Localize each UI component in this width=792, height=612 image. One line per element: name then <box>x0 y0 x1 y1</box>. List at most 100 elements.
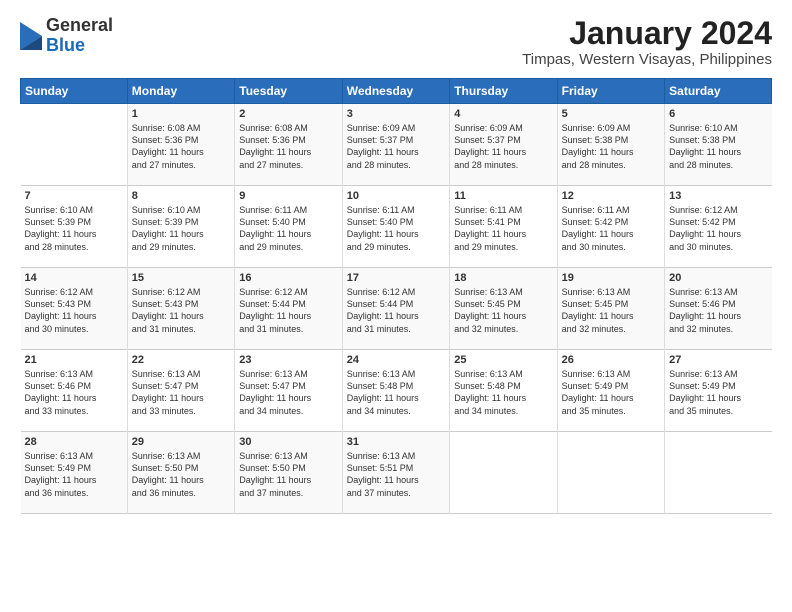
calendar-cell: 22 Sunrise: 6:13 AM Sunset: 5:47 PM Dayli… <box>127 350 234 432</box>
day-number: 17 <box>347 272 445 284</box>
calendar-cell: 6Sunrise: 6:10 AM Sunset: 5:38 PM Daylig… <box>665 104 772 186</box>
day-number: 16 <box>239 272 337 284</box>
cell-content: Sunrise: 6:11 AM Sunset: 5:40 PM Dayligh… <box>239 204 337 253</box>
cell-content: Sunrise: 6:11 AM Sunset: 5:41 PM Dayligh… <box>454 204 552 253</box>
day-header-tuesday: Tuesday <box>235 79 342 104</box>
calendar-cell: 3 Sunrise: 6:09 AM Sunset: 5:37 PM Daylig… <box>342 104 449 186</box>
calendar-week-row: 28Sunrise: 6:13 AM Sunset: 5:49 PM Dayli… <box>21 432 772 514</box>
cell-content: Sunrise: 6:13 AM Sunset: 5:51 PM Dayligh… <box>347 450 445 499</box>
day-number: 23 <box>239 354 337 366</box>
day-number: 26 <box>562 354 660 366</box>
day-header-sunday: Sunday <box>21 79 128 104</box>
cell-content: Sunrise: 6:13 AM Sunset: 5:49 PM Dayligh… <box>562 368 660 417</box>
day-number: 21 <box>25 354 123 366</box>
calendar-cell: 21 Sunrise: 6:13 AM Sunset: 5:46 PM Dayli… <box>21 350 128 432</box>
cell-content: Sunrise: 6:10 AM Sunset: 5:39 PM Dayligh… <box>132 204 230 253</box>
day-number: 11 <box>454 190 552 202</box>
cell-content: Sunrise: 6:13 AM Sunset: 5:48 PM Dayligh… <box>454 368 552 417</box>
day-number: 2 <box>239 108 337 120</box>
day-number: 1 <box>132 108 230 120</box>
calendar-week-row: 14 Sunrise: 6:12 AM Sunset: 5:43 PM Dayli… <box>21 268 772 350</box>
day-number: 15 <box>132 272 230 284</box>
day-number: 9 <box>239 190 337 202</box>
calendar-cell: 10 Sunrise: 6:11 AM Sunset: 5:40 PM Dayli… <box>342 186 449 268</box>
calendar-cell: 18Sunrise: 6:13 AM Sunset: 5:45 PM Dayli… <box>450 268 557 350</box>
calendar-cell: 14 Sunrise: 6:12 AM Sunset: 5:43 PM Dayli… <box>21 268 128 350</box>
cell-content: Sunrise: 6:13 AM Sunset: 5:48 PM Dayligh… <box>347 368 445 417</box>
cell-content: Sunrise: 6:10 AM Sunset: 5:38 PM Dayligh… <box>669 122 767 171</box>
day-number: 3 <box>347 108 445 120</box>
day-number: 13 <box>669 190 767 202</box>
cell-content: Sunrise: 6:09 AM Sunset: 5:38 PM Dayligh… <box>562 122 660 171</box>
day-number: 28 <box>25 436 123 448</box>
day-number: 12 <box>562 190 660 202</box>
cell-content: Sunrise: 6:10 AM Sunset: 5:39 PM Dayligh… <box>25 204 123 253</box>
calendar-cell: 24 Sunrise: 6:13 AM Sunset: 5:48 PM Dayli… <box>342 350 449 432</box>
calendar-cell: 15 Sunrise: 6:12 AM Sunset: 5:43 PM Dayli… <box>127 268 234 350</box>
day-number: 30 <box>239 436 337 448</box>
cell-content: Sunrise: 6:12 AM Sunset: 5:43 PM Dayligh… <box>132 286 230 335</box>
calendar-cell: 9 Sunrise: 6:11 AM Sunset: 5:40 PM Daylig… <box>235 186 342 268</box>
calendar-table: SundayMondayTuesdayWednesdayThursdayFrid… <box>20 78 772 514</box>
cell-content: Sunrise: 6:13 AM Sunset: 5:46 PM Dayligh… <box>669 286 767 335</box>
calendar-cell: 4 Sunrise: 6:09 AM Sunset: 5:37 PM Daylig… <box>450 104 557 186</box>
cell-content: Sunrise: 6:08 AM Sunset: 5:36 PM Dayligh… <box>239 122 337 171</box>
day-number: 5 <box>562 108 660 120</box>
cell-content: Sunrise: 6:13 AM Sunset: 5:45 PM Dayligh… <box>562 286 660 335</box>
cell-content: Sunrise: 6:12 AM Sunset: 5:43 PM Dayligh… <box>25 286 123 335</box>
day-number: 31 <box>347 436 445 448</box>
page: General Blue January 2024 Timpas, Wester… <box>0 0 792 612</box>
day-number: 24 <box>347 354 445 366</box>
day-number: 27 <box>669 354 767 366</box>
cell-content: Sunrise: 6:08 AM Sunset: 5:36 PM Dayligh… <box>132 122 230 171</box>
calendar-week-row: 21 Sunrise: 6:13 AM Sunset: 5:46 PM Dayli… <box>21 350 772 432</box>
cell-content: Sunrise: 6:13 AM Sunset: 5:50 PM Dayligh… <box>239 450 337 499</box>
calendar-cell: 11 Sunrise: 6:11 AM Sunset: 5:41 PM Dayli… <box>450 186 557 268</box>
day-number: 25 <box>454 354 552 366</box>
day-number: 19 <box>562 272 660 284</box>
calendar-cell: 27 Sunrise: 6:13 AM Sunset: 5:49 PM Dayli… <box>665 350 772 432</box>
day-header-monday: Monday <box>127 79 234 104</box>
cell-content: Sunrise: 6:09 AM Sunset: 5:37 PM Dayligh… <box>347 122 445 171</box>
cell-content: Sunrise: 6:11 AM Sunset: 5:42 PM Dayligh… <box>562 204 660 253</box>
calendar-week-row: 1 Sunrise: 6:08 AM Sunset: 5:36 PM Daylig… <box>21 104 772 186</box>
calendar-cell: 20 Sunrise: 6:13 AM Sunset: 5:46 PM Dayli… <box>665 268 772 350</box>
day-header-thursday: Thursday <box>450 79 557 104</box>
cell-content: Sunrise: 6:11 AM Sunset: 5:40 PM Dayligh… <box>347 204 445 253</box>
calendar-cell: 31 Sunrise: 6:13 AM Sunset: 5:51 PM Dayli… <box>342 432 449 514</box>
calendar-cell: 1 Sunrise: 6:08 AM Sunset: 5:36 PM Daylig… <box>127 104 234 186</box>
page-subtitle: Timpas, Western Visayas, Philippines <box>522 51 772 68</box>
calendar-cell: 5 Sunrise: 6:09 AM Sunset: 5:38 PM Daylig… <box>557 104 664 186</box>
calendar-cell: 19 Sunrise: 6:13 AM Sunset: 5:45 PM Dayli… <box>557 268 664 350</box>
day-header-saturday: Saturday <box>665 79 772 104</box>
cell-content: Sunrise: 6:13 AM Sunset: 5:49 PM Dayligh… <box>669 368 767 417</box>
calendar-week-row: 7 Sunrise: 6:10 AM Sunset: 5:39 PM Daylig… <box>21 186 772 268</box>
day-number: 7 <box>25 190 123 202</box>
cell-content: Sunrise: 6:12 AM Sunset: 5:42 PM Dayligh… <box>669 204 767 253</box>
calendar-cell <box>21 104 128 186</box>
calendar-cell: 29 Sunrise: 6:13 AM Sunset: 5:50 PM Dayli… <box>127 432 234 514</box>
logo-blue-text: Blue <box>46 35 85 55</box>
cell-content: Sunrise: 6:13 AM Sunset: 5:50 PM Dayligh… <box>132 450 230 499</box>
day-number: 4 <box>454 108 552 120</box>
cell-content: Sunrise: 6:09 AM Sunset: 5:37 PM Dayligh… <box>454 122 552 171</box>
cell-content: Sunrise: 6:13 AM Sunset: 5:47 PM Dayligh… <box>239 368 337 417</box>
day-number: 14 <box>25 272 123 284</box>
calendar-cell: 17Sunrise: 6:12 AM Sunset: 5:44 PM Dayli… <box>342 268 449 350</box>
day-number: 22 <box>132 354 230 366</box>
day-number: 20 <box>669 272 767 284</box>
cell-content: Sunrise: 6:13 AM Sunset: 5:47 PM Dayligh… <box>132 368 230 417</box>
day-number: 29 <box>132 436 230 448</box>
logo-icon <box>20 22 42 50</box>
cell-content: Sunrise: 6:13 AM Sunset: 5:45 PM Dayligh… <box>454 286 552 335</box>
cell-content: Sunrise: 6:13 AM Sunset: 5:46 PM Dayligh… <box>25 368 123 417</box>
calendar-header-row: SundayMondayTuesdayWednesdayThursdayFrid… <box>21 79 772 104</box>
calendar-cell: 13 Sunrise: 6:12 AM Sunset: 5:42 PM Dayli… <box>665 186 772 268</box>
calendar-cell: 28Sunrise: 6:13 AM Sunset: 5:49 PM Dayli… <box>21 432 128 514</box>
calendar-cell: 8Sunrise: 6:10 AM Sunset: 5:39 PM Daylig… <box>127 186 234 268</box>
calendar-cell: 25 Sunrise: 6:13 AM Sunset: 5:48 PM Dayli… <box>450 350 557 432</box>
calendar-cell <box>450 432 557 514</box>
calendar-cell: 12 Sunrise: 6:11 AM Sunset: 5:42 PM Dayli… <box>557 186 664 268</box>
calendar-cell <box>557 432 664 514</box>
day-number: 10 <box>347 190 445 202</box>
